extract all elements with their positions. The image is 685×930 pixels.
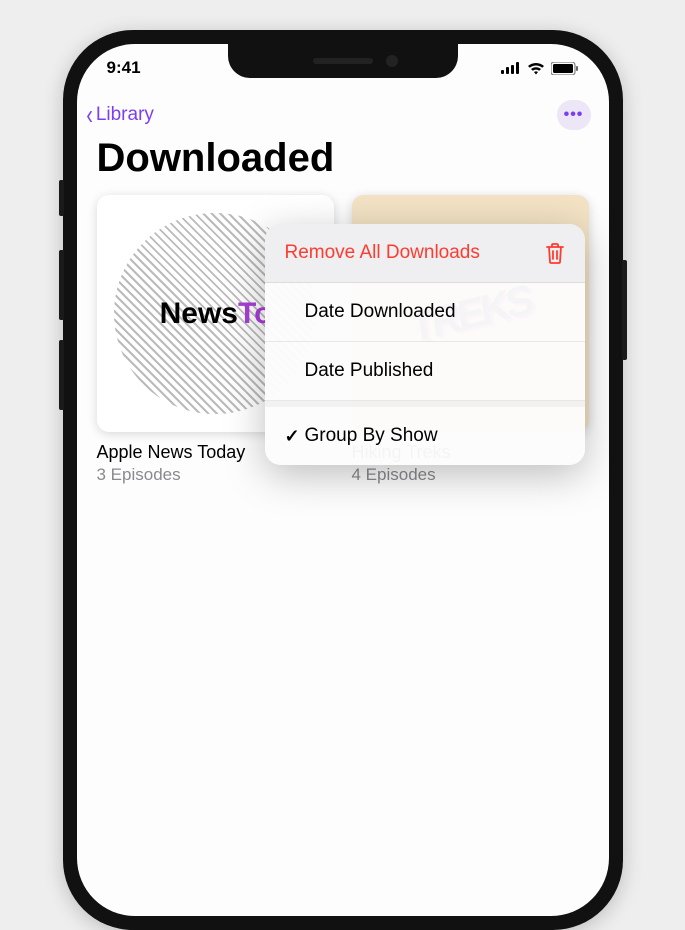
back-button[interactable]: ‹ Library: [85, 101, 154, 129]
menu-item-label: Date Published: [305, 360, 565, 382]
menu-item-date-downloaded[interactable]: Date Downloaded: [265, 283, 585, 342]
more-button[interactable]: •••: [557, 100, 591, 130]
ellipsis-icon: •••: [564, 106, 584, 124]
phone-mute-switch: [59, 180, 64, 216]
screen: 9:41 ‹ Library ••• Downloa: [77, 44, 609, 916]
battery-icon: [551, 62, 579, 75]
menu-item-remove-all[interactable]: Remove All Downloads: [265, 224, 585, 283]
back-label: Library: [96, 104, 154, 126]
menu-item-label: Remove All Downloads: [285, 242, 545, 264]
phone-notch: [228, 44, 458, 78]
nav-bar: ‹ Library •••: [77, 92, 609, 130]
menu-item-date-published[interactable]: Date Published: [265, 342, 585, 401]
status-time: 9:41: [107, 58, 141, 78]
phone-volume-up: [59, 250, 64, 320]
phone-frame: 9:41 ‹ Library ••• Downloa: [63, 30, 623, 930]
context-menu: Remove All Downloads Date Downloaded Dat…: [265, 224, 585, 465]
page-title: Downloaded: [77, 130, 609, 195]
check-icon: ✓: [285, 426, 305, 447]
trash-icon: [545, 242, 565, 264]
menu-item-label: Date Downloaded: [305, 301, 565, 323]
show-subtitle: 3 Episodes: [97, 465, 334, 485]
menu-item-label: Group By Show: [305, 425, 565, 447]
wifi-icon: [527, 62, 545, 75]
cellular-icon: [501, 62, 521, 74]
phone-volume-down: [59, 340, 64, 410]
menu-item-group-by-show[interactable]: ✓ Group By Show: [265, 401, 585, 465]
phone-power-button: [622, 260, 627, 360]
chevron-left-icon: ‹: [86, 101, 93, 129]
show-subtitle: 4 Episodes: [352, 465, 589, 485]
